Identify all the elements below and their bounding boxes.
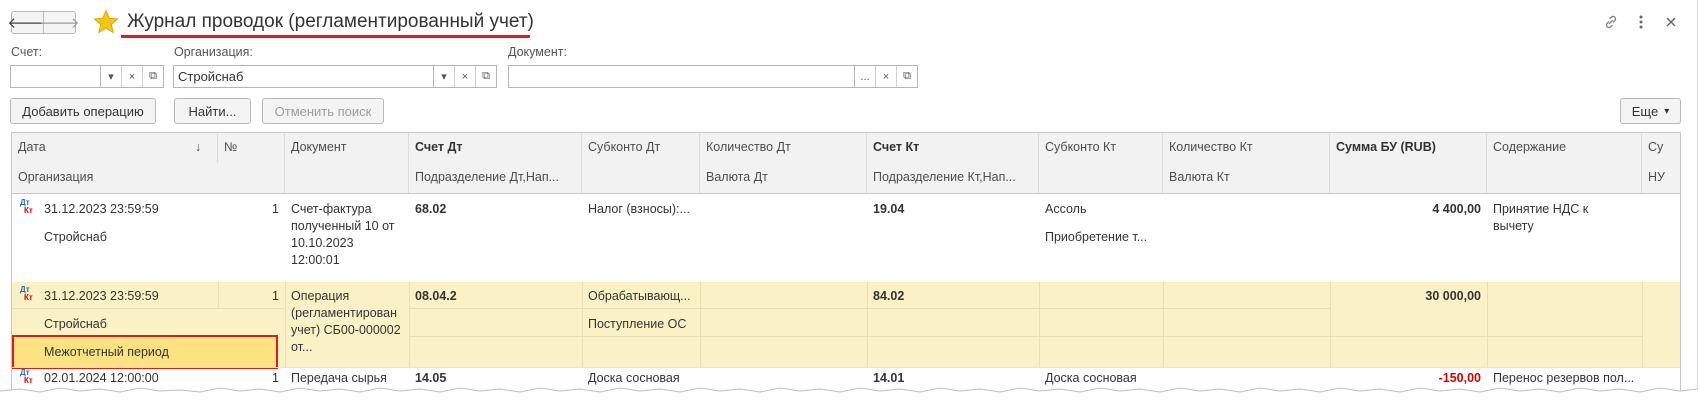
clear-icon[interactable]: × — [121, 66, 142, 87]
header-currency-dt[interactable]: Валюта Дт — [700, 163, 867, 194]
row2-account-dt[interactable]: 08.04.2 — [409, 288, 463, 305]
header-subconto-kt[interactable]: Субконто Кт — [1039, 133, 1163, 194]
journal-table[interactable]: Дата ↓ № Организация Документ Счет Дт По… — [11, 132, 1681, 403]
row1-account-dt[interactable]: 68.02 — [409, 201, 452, 218]
header-account-dt[interactable]: Счет Дт — [409, 133, 582, 163]
account-filter-input[interactable] — [11, 66, 100, 87]
row1-number[interactable]: 1 — [218, 201, 285, 218]
account-filter-label: Счет: — [11, 45, 43, 59]
open-icon[interactable]: ⧉ — [142, 66, 163, 87]
header-organization[interactable]: Организация — [12, 163, 285, 194]
col-divider — [1039, 282, 1040, 367]
arrow-right-icon: 🡒 — [39, 15, 80, 32]
header-number[interactable]: № — [218, 133, 285, 163]
organization-filter-field[interactable]: Стройснаб ▾ × ⧉ — [173, 65, 497, 88]
header-subdivision-dt[interactable]: Подразделение Дт,Нап... — [409, 163, 582, 194]
title-annotation-underline — [121, 35, 530, 38]
more-vertical-icon[interactable] — [1631, 12, 1651, 32]
select-icon[interactable]: ... — [854, 66, 875, 87]
torn-edge — [0, 387, 1698, 403]
clear-icon[interactable]: × — [454, 66, 475, 87]
row-divider — [12, 308, 285, 309]
page-title: Журнал проводок (регламентированный учет… — [127, 11, 534, 32]
row2-date[interactable]: 31.12.2023 23:59:59 — [38, 288, 165, 305]
link-icon[interactable] — [1601, 12, 1621, 32]
document-filter-label: Документ: — [508, 45, 567, 59]
header-subconto-dt[interactable]: Субконто Дт — [582, 133, 700, 194]
header-account-kt[interactable]: Счет Кт — [867, 133, 1039, 163]
forward-button[interactable]: 🡒 — [39, 11, 80, 34]
row2-document[interactable]: Операция (регламентирован учет) СБ00-000… — [285, 288, 409, 356]
find-button[interactable]: Найти... — [174, 98, 251, 124]
header-extra[interactable]: Су — [1642, 133, 1680, 163]
row2-organization[interactable]: Стройснаб — [38, 316, 113, 333]
header-quantity-dt[interactable]: Количество Дт — [700, 133, 867, 163]
header-content[interactable]: Содержание — [1487, 133, 1642, 194]
row1-subconto-kt-1[interactable]: Ассоль — [1039, 201, 1163, 218]
dropdown-icon[interactable]: ▾ — [433, 66, 454, 87]
open-icon[interactable]: ⧉ — [896, 66, 917, 87]
header-bottom-border — [12, 193, 1680, 194]
row-divider — [700, 308, 1330, 309]
row2-number[interactable]: 1 — [218, 288, 285, 305]
header-amount[interactable]: Сумма БУ (RUB) — [1330, 133, 1487, 194]
document-filter-input[interactable] — [509, 66, 854, 87]
organization-filter-input[interactable]: Стройснаб — [174, 66, 433, 87]
chevron-down-icon: ▾ — [1664, 105, 1670, 117]
header-document[interactable]: Документ — [285, 133, 409, 194]
col-divider — [1642, 282, 1643, 367]
row1-date[interactable]: 31.12.2023 23:59:59 — [38, 201, 165, 218]
row1-account-kt[interactable]: 19.04 — [867, 201, 910, 218]
header-subdivision-kt[interactable]: Подразделение Кт,Нап... — [867, 163, 1039, 194]
header-extra-nu[interactable]: НУ — [1642, 163, 1680, 194]
row1-document[interactable]: Счет-фактура полученный 10 от 10.10.2023… — [285, 201, 405, 269]
row2-subconto-dt-2[interactable]: Поступление ОС — [582, 316, 700, 333]
sort-arrow-icon[interactable]: ↓ — [195, 133, 218, 163]
add-operation-button[interactable]: Добавить операцию — [10, 98, 156, 124]
row1-subconto-kt-2[interactable]: Приобретение т... — [1039, 229, 1163, 246]
row1-subconto-dt[interactable]: Налог (взносы):... — [582, 201, 700, 218]
row-divider — [409, 336, 700, 337]
clear-icon[interactable]: × — [875, 66, 896, 87]
row-divider — [1330, 336, 1642, 337]
row2-amount[interactable]: 30 000,00 — [1330, 288, 1487, 305]
close-icon[interactable] — [1661, 12, 1681, 32]
col-divider — [1163, 282, 1164, 367]
row-divider — [409, 308, 700, 309]
col-divider — [1487, 282, 1488, 367]
row-divider — [12, 367, 1680, 368]
dropdown-icon[interactable]: ▾ — [100, 66, 121, 87]
dt-kt-icon: Дт Кт — [20, 368, 33, 385]
open-icon[interactable]: ⧉ — [475, 66, 496, 87]
header-date[interactable]: Дата — [12, 133, 218, 163]
account-filter-field[interactable]: ▾ × ⧉ — [10, 65, 164, 88]
dt-kt-icon: Дт Кт — [20, 285, 33, 302]
cancel-search-button[interactable]: Отменить поиск — [262, 98, 384, 124]
row2-account-kt[interactable]: 84.02 — [867, 288, 910, 305]
document-filter-field[interactable]: ... × ⧉ — [508, 65, 918, 88]
row1-organization[interactable]: Стройснаб — [38, 229, 113, 246]
star-icon[interactable] — [93, 9, 119, 35]
journal-window: 🡐 🡒 Журнал проводок (регламентированный … — [0, 0, 1698, 403]
more-label: Еще — [1631, 103, 1659, 119]
col-divider — [700, 282, 701, 367]
header-quantity-kt[interactable]: Количество Кт — [1163, 133, 1330, 163]
dt-kt-icon: Дт Кт — [20, 198, 33, 215]
row-divider — [700, 336, 1330, 337]
more-button[interactable]: Еще ▾ — [1620, 98, 1681, 124]
row1-amount[interactable]: 4 400,00 — [1330, 201, 1487, 218]
row1-content[interactable]: Принятие НДС к вычету — [1487, 201, 1637, 235]
row2-period-type[interactable]: Межотчетный период — [38, 344, 175, 361]
header-currency-kt[interactable]: Валюта Кт — [1163, 163, 1330, 194]
organization-filter-label: Организация: — [174, 45, 253, 59]
row2-subconto-dt-1[interactable]: Обрабатывающ... — [582, 288, 700, 305]
